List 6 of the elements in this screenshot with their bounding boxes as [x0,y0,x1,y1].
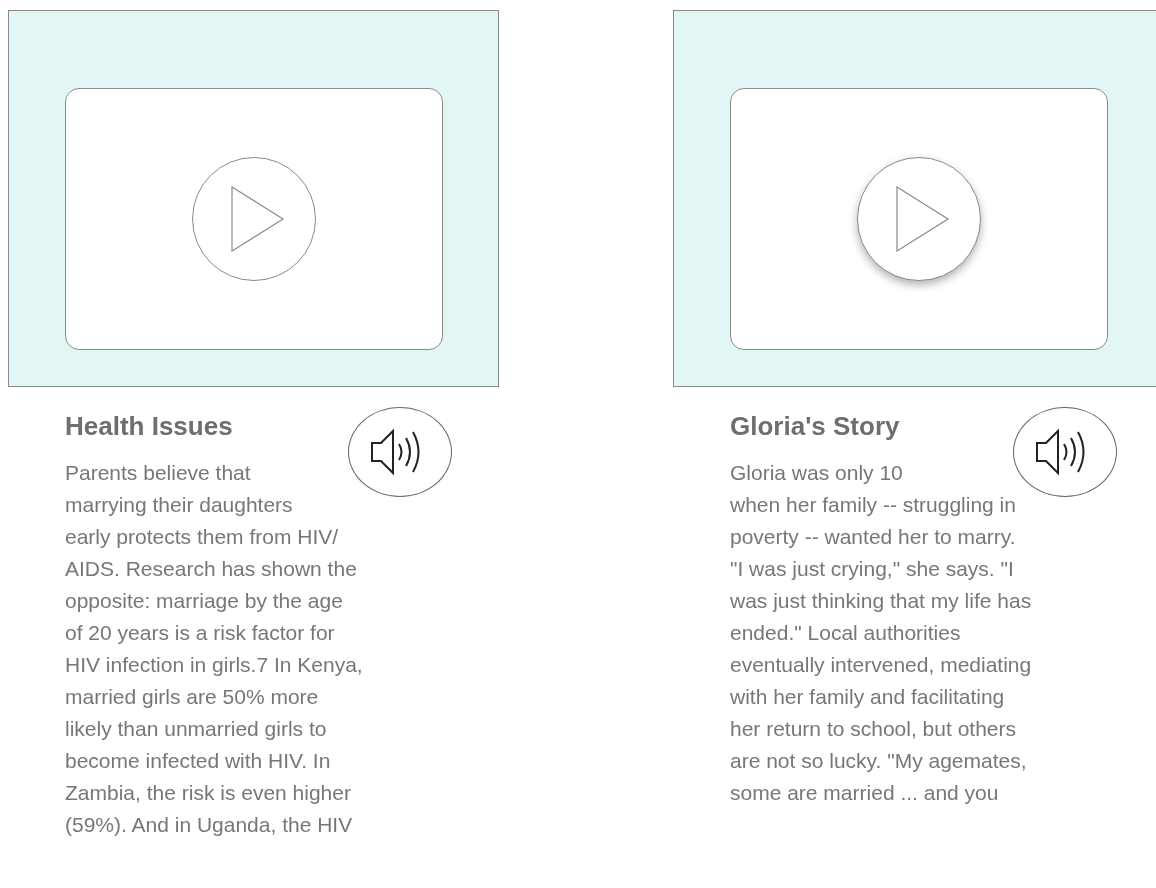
story-title: Health Issues [65,410,233,443]
play-icon [896,186,950,252]
story-text: Parents believe that marrying their daughters early protects them from HIV/ AIDS. Research has shown the opposite: marriage by the age of 20 years is a risk factor for HIV infection in girls.7 In Kenya, married girls are 50% more likely than unmarried girls to become infected with HIV. In Zambia, the risk is even higher (59%). And in Uganda, the HIV [65,460,363,838]
story-text: Gloria was only 10 when her family -- struggling in poverty -- wanted her to marry. "I was just crying," she says. "I was just thinking that my life has ended." Local authorities eventually intervened, mediating with her family and facilitating her return to school, but others are not so lucky. "My agemates, some are married ... and you [730,460,1032,806]
story-title: Gloria's Story [730,410,900,443]
play-icon [231,186,285,252]
